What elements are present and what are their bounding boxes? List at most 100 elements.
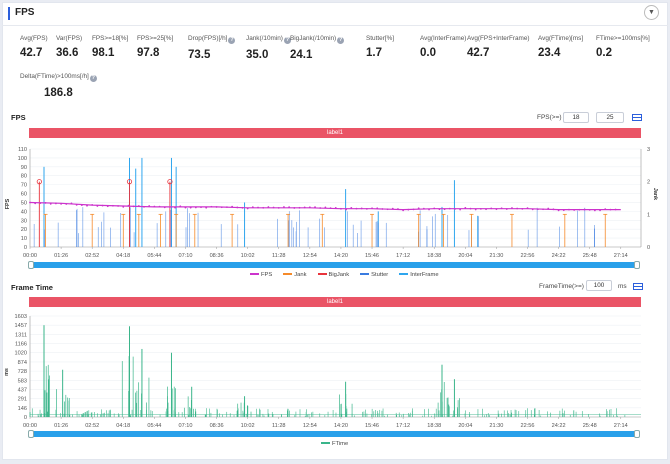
- scrollbar-handle-left[interactable]: [28, 430, 34, 438]
- y-tick-label: 50: [21, 200, 27, 206]
- y-tick-label: 40: [21, 209, 27, 215]
- legend-item-jank[interactable]: Jank: [283, 272, 307, 278]
- fps-point: [376, 207, 379, 210]
- fps-threshold-25-input[interactable]: [596, 112, 624, 123]
- y-tick-label: 70: [21, 183, 27, 189]
- scrollbar-handle-right[interactable]: [634, 261, 640, 269]
- fps-point: [163, 206, 166, 209]
- fps-point: [402, 209, 405, 212]
- help-icon[interactable]: ?: [337, 37, 345, 44]
- y-axis-label: ms: [4, 368, 10, 376]
- fps-point: [464, 206, 467, 209]
- fps-point: [562, 209, 565, 212]
- y-tick-label: 1311: [15, 332, 27, 338]
- metric-value: 98.1: [92, 47, 115, 59]
- fps-point: [495, 208, 498, 211]
- fps-point: [117, 205, 120, 207]
- x-tick-label: 18:38: [427, 253, 441, 259]
- help-icon[interactable]: ?: [228, 37, 236, 44]
- fps-point: [345, 208, 348, 211]
- x-tick-label: 01:26: [54, 423, 68, 429]
- metric-label: Avg(FTime)[ms]: [538, 35, 583, 42]
- x-tick-label: 12:54: [303, 423, 317, 429]
- scrollbar-handle-left[interactable]: [28, 261, 34, 269]
- y-tick-label: 1603: [15, 314, 27, 320]
- fps-point: [386, 208, 389, 211]
- legend-swatch: [360, 273, 370, 275]
- x-tick-label: 05:44: [147, 253, 161, 259]
- y-tick-label: 146: [18, 406, 27, 412]
- frametime-legend: FTime: [321, 441, 359, 447]
- legend-label: BigJank: [328, 272, 350, 278]
- fps-point: [448, 207, 451, 210]
- fps-point: [417, 207, 420, 210]
- legend-item-bigjank[interactable]: BigJank: [317, 272, 350, 278]
- metric-label-text: Delta(FTime)>100ms[/h]: [20, 73, 89, 80]
- fps-point: [474, 208, 477, 211]
- fps-threshold-18-input[interactable]: [563, 112, 589, 123]
- fps-point: [422, 207, 425, 210]
- x-tick-label: 07:10: [178, 253, 192, 259]
- metric-label-text: Avg(FTime)[ms]: [538, 35, 584, 42]
- x-tick-label: 18:38: [427, 423, 441, 429]
- y-axis-label: FPS: [5, 198, 11, 209]
- legend-swatch: [283, 273, 293, 275]
- legend-label: Stutter: [371, 272, 389, 278]
- legend-item-fps[interactable]: FPS: [250, 272, 272, 278]
- fps-point: [220, 206, 223, 209]
- y-tick-label: 0: [24, 415, 27, 421]
- metric-value: 35.0: [246, 49, 269, 61]
- metric-avg-ftime-ms: Avg(FTime)[ms] 23.4: [538, 35, 583, 59]
- fps-point: [75, 203, 78, 206]
- legend-swatch: [250, 273, 259, 275]
- legend-item-stutter[interactable]: Stutter: [360, 272, 388, 278]
- x-tick-label: 25:48: [583, 423, 597, 429]
- metric-label: Var(FPS): [56, 35, 82, 42]
- fps-chart: 0 10 20 30 40 50 60 70 80 90 100 110 0 1 2 3 FPS Jank 00:0…: [5, 147, 658, 259]
- fps-point: [39, 202, 42, 205]
- frametime-threshold-input[interactable]: [586, 280, 612, 291]
- metric-value: 0.0: [420, 47, 436, 59]
- help-icon[interactable]: ?: [89, 75, 97, 82]
- fps-point: [174, 206, 177, 209]
- fps-point: [526, 207, 529, 210]
- fps-point: [443, 208, 446, 211]
- fps-point: [101, 204, 104, 207]
- metric-label-text: FTime>=100ms[%]: [596, 35, 650, 42]
- metric-label-text: Jank(/10min): [246, 35, 283, 42]
- table-icon[interactable]: [632, 114, 642, 121]
- fps-point: [371, 207, 373, 210]
- frametime-time-scrollbar[interactable]: [28, 430, 640, 438]
- legend-item-interframe[interactable]: InterFrame: [399, 272, 439, 278]
- y-tick-label: 80: [21, 174, 27, 180]
- y2-axis-label: Jank: [652, 188, 658, 200]
- fps-point: [500, 207, 503, 210]
- table-icon[interactable]: [633, 283, 643, 290]
- fps-point: [257, 206, 259, 209]
- metric-label: Jank(/10min)?: [246, 35, 291, 44]
- fps-point: [267, 206, 270, 208]
- y-tick-label: 291: [18, 397, 27, 403]
- fps-point: [65, 203, 68, 205]
- y-tick-label: 30: [21, 218, 27, 224]
- y-tick-label: 10: [21, 236, 27, 242]
- x-tick-label: 08:36: [210, 253, 224, 259]
- fps-time-scrollbar[interactable]: [28, 261, 640, 269]
- x-tick-label: 15:46: [365, 423, 379, 429]
- fps-label-banner: label1: [29, 128, 641, 138]
- fps-point: [34, 202, 37, 205]
- metric-label: FTime>=100ms[%]: [596, 35, 650, 42]
- fps-point: [438, 208, 441, 211]
- fps-point: [397, 208, 399, 210]
- metric-label: Delta(FTime)>100ms[/h]?: [20, 73, 97, 82]
- metric-label-text: Avg(FPS+InterFrame): [467, 35, 530, 42]
- scrollbar-handle-right[interactable]: [634, 430, 640, 438]
- fps-point: [593, 209, 596, 212]
- chevron-down-icon[interactable]: ▼: [644, 5, 659, 20]
- metric-value: 23.4: [538, 47, 561, 59]
- fps-point: [293, 207, 296, 209]
- legend-item-ftime[interactable]: FTime: [321, 441, 348, 447]
- fps-point: [314, 206, 316, 209]
- metric-label: Stutter[%]: [366, 35, 394, 42]
- fps-point: [459, 208, 462, 211]
